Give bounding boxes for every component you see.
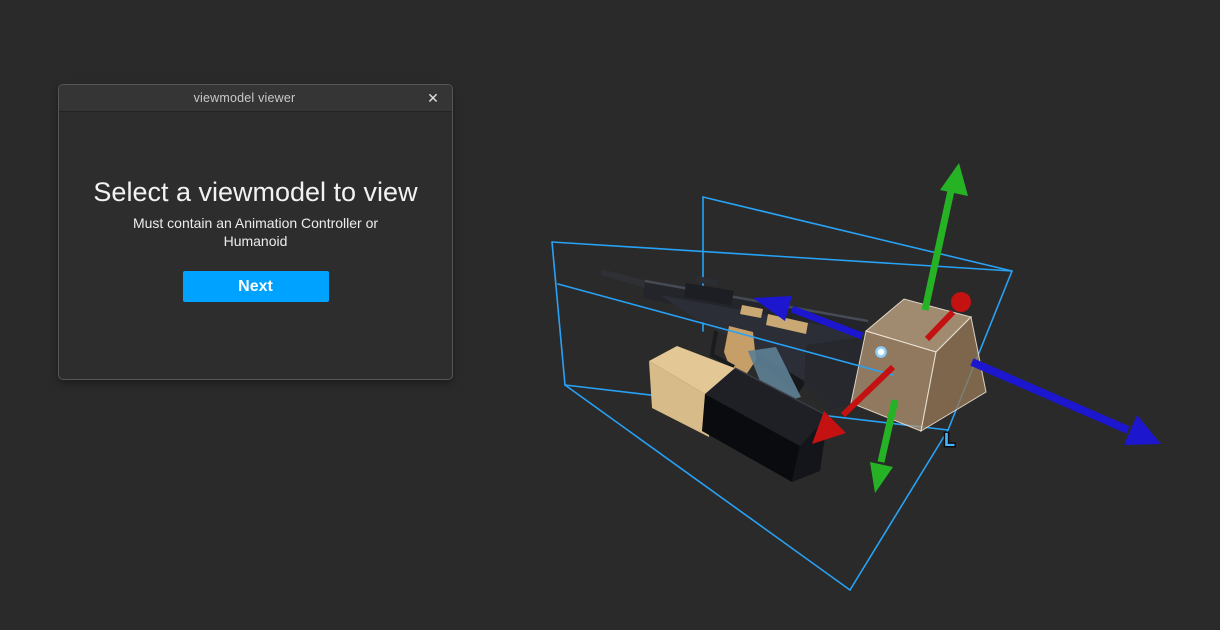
arrowhead-x-up (951, 292, 971, 312)
viewmodel-viewer-dialog: viewmodel viewer ✕ Select a viewmodel to… (58, 84, 453, 380)
axis-handle-label: L (944, 430, 955, 450)
dialog-body: Select a viewmodel to view Must contain … (59, 112, 452, 302)
dialog-title: viewmodel viewer (193, 91, 296, 105)
arrowhead-y-down (870, 462, 893, 493)
arrowhead-y-up (940, 163, 968, 196)
dialog-titlebar[interactable]: viewmodel viewer ✕ (59, 85, 452, 112)
move-arrow-y-up[interactable] (921, 163, 968, 311)
dialog-subtext: Must contain an Animation Controller or … (132, 215, 379, 249)
arrowhead-z-front (1124, 415, 1161, 445)
next-button[interactable]: Next (182, 271, 329, 302)
pivot-indicator (875, 346, 887, 358)
selected-part-cube[interactable] (850, 298, 987, 433)
dialog-heading: Select a viewmodel to view (93, 177, 418, 207)
close-icon[interactable]: ✕ (420, 85, 446, 112)
move-arrow-z-front[interactable] (970, 358, 1161, 445)
gun-sight-nub (696, 276, 718, 286)
